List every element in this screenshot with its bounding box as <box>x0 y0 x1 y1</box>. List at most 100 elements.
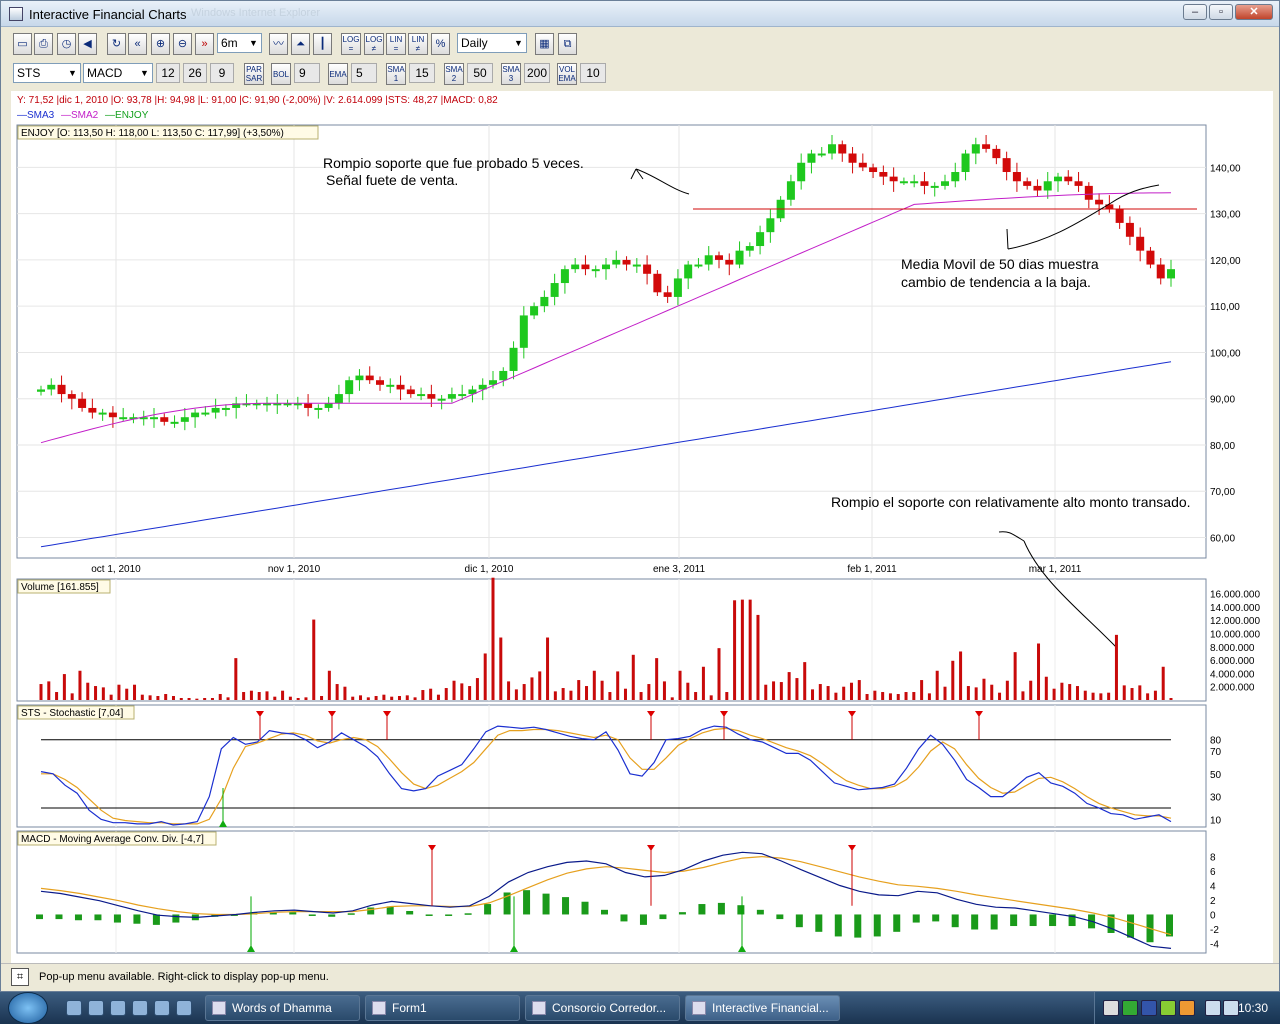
sma3-button[interactable]: SMA 3 <box>501 63 521 85</box>
price-y-tick-label: 120,00 <box>1210 256 1241 267</box>
tray-check-icon[interactable] <box>1160 1000 1176 1016</box>
line-chart-icon[interactable]: 〰 <box>269 33 288 55</box>
chart-area[interactable]: Y: 71,52 |dic 1, 2010 |O: 93,78 |H: 94,9… <box>11 91 1273 963</box>
zoom-in-icon[interactable]: ⊕ <box>151 33 170 55</box>
sound-icon[interactable]: ◀ <box>78 33 97 55</box>
app-icon <box>9 7 23 21</box>
volume-bar <box>468 686 472 700</box>
tray-t-icon[interactable] <box>1122 1000 1138 1016</box>
ema-input[interactable]: 5 <box>351 63 377 83</box>
candle-body <box>37 389 45 392</box>
sma2-button[interactable]: SMA 2 <box>444 63 464 85</box>
tray-word-icon[interactable] <box>1141 1000 1157 1016</box>
chart-window-icon[interactable]: ⧉ <box>558 33 577 55</box>
computer-icon[interactable] <box>110 1000 126 1016</box>
symbol-select[interactable]: STS ▼ <box>13 63 81 83</box>
new-window-icon[interactable]: ▭ <box>13 33 32 55</box>
zoom-out-icon[interactable]: ⊖ <box>173 33 192 55</box>
popup-menu-icon[interactable]: ⌗ <box>11 968 29 986</box>
print-icon[interactable]: ⎙ <box>34 33 53 55</box>
forward-icon[interactable]: » <box>195 33 214 55</box>
volume-bar <box>1005 680 1009 700</box>
start-button[interactable] <box>8 992 48 1024</box>
candle-body <box>766 218 775 233</box>
taskbar: Words of Dhamma Form1 Consorcio Corredor… <box>0 992 1280 1024</box>
tray-volume-icon[interactable] <box>1223 1000 1239 1016</box>
title-bar[interactable]: Interactive Financial Charts Windows Int… <box>1 1 1279 27</box>
show-desktop-icon[interactable] <box>66 1000 82 1016</box>
log-notequal-button[interactable]: LOG ≠ <box>364 33 384 55</box>
taskbar-item-form1[interactable]: Form1 <box>365 995 520 1021</box>
tray-mail-icon[interactable] <box>1179 1000 1195 1016</box>
sma1-input[interactable]: 15 <box>409 63 435 83</box>
macd-signal-input[interactable]: 9 <box>210 63 234 83</box>
candle-body <box>376 380 384 385</box>
log-equal-button[interactable]: LOG = <box>341 33 361 55</box>
minimize-button[interactable]: – <box>1183 4 1207 20</box>
candle-body <box>304 403 313 408</box>
volume-bar <box>507 681 511 700</box>
taskbar-label: Consorcio Corredor... <box>552 1001 667 1015</box>
volume-bar <box>86 682 90 700</box>
timer-icon[interactable]: ◷ <box>57 33 76 55</box>
volume-bar <box>881 692 885 700</box>
messenger-icon[interactable] <box>132 1000 148 1016</box>
candle-body <box>108 412 117 418</box>
macd-slow-input[interactable]: 26 <box>183 63 207 83</box>
macd-histogram-bar <box>1010 914 1018 927</box>
candle-chart-icon[interactable]: ┃ <box>313 33 332 55</box>
bol-button[interactable]: BOL <box>271 63 291 85</box>
volume-bar <box>888 693 892 700</box>
volume-bar <box>366 697 370 700</box>
candle-body <box>560 269 569 284</box>
maximize-button[interactable]: ▫ <box>1209 4 1233 20</box>
lin-equal-button[interactable]: LIN = <box>386 33 406 55</box>
macd-histogram-bar <box>113 914 121 923</box>
ema-button[interactable]: EMA <box>328 63 348 85</box>
indicator-select[interactable]: MACD ▼ <box>83 63 153 83</box>
macd-header: MACD - Moving Average Conv. Div. [-4,7] <box>21 834 204 845</box>
volume-bar <box>125 688 129 700</box>
volume-bar <box>452 680 456 700</box>
volema-input[interactable]: 10 <box>580 63 606 83</box>
rewind-icon[interactable]: « <box>128 33 147 55</box>
taskbar-item-words-of-dhamma[interactable]: Words of Dhamma <box>205 995 360 1021</box>
parsar-button[interactable]: PAR SAR <box>244 63 264 85</box>
taskbar-item-consorcio[interactable]: Consorcio Corredor... <box>525 995 680 1021</box>
volume-bar <box>491 577 495 700</box>
refresh-icon[interactable]: ↻ <box>107 33 126 55</box>
macd-y-tick-label: 8 <box>1210 853 1216 864</box>
switch-windows-icon[interactable] <box>154 1000 170 1016</box>
volema-button[interactable]: VOL EMA <box>557 63 577 85</box>
financial-chart[interactable]: oct 1, 2010 nov 1, 2010 dic 1, 2010 ene 3, … <box>11 91 1273 963</box>
tray-network-icon[interactable] <box>1205 1000 1221 1016</box>
interval-select[interactable]: Daily ▼ <box>457 33 527 53</box>
annotation-volume-break: Rompio el soporte con relativamente alto… <box>831 494 1191 510</box>
sma2-input[interactable]: 50 <box>467 63 493 83</box>
volume-bar <box>234 658 238 700</box>
macd-histogram-bar <box>1127 914 1135 938</box>
volume-bar <box>826 686 830 700</box>
candle-body <box>1136 236 1145 251</box>
volume-bar <box>444 688 448 700</box>
taskbar-item-interactive-financial[interactable]: Interactive Financial... <box>685 995 840 1021</box>
more-icon[interactable] <box>176 1000 192 1016</box>
volume-bar <box>281 690 285 700</box>
bol-input[interactable]: 9 <box>294 63 320 83</box>
tray-app-icon[interactable] <box>1103 1000 1119 1016</box>
close-button[interactable]: ✕ <box>1235 4 1273 20</box>
percent-button[interactable]: % <box>431 33 450 55</box>
volume-bar <box>740 599 744 700</box>
volume-bar <box>483 653 487 700</box>
color-palette-icon[interactable]: ▦ <box>535 33 554 55</box>
sell-signal-icon <box>848 845 856 851</box>
sma3-input[interactable]: 200 <box>524 63 550 83</box>
macd-fast-input[interactable]: 12 <box>156 63 180 83</box>
mountain-chart-icon[interactable]: ⏶ <box>291 33 310 55</box>
period-select[interactable]: 6m ▼ <box>217 33 262 53</box>
volume-bar <box>920 680 924 700</box>
internet-explorer-icon[interactable] <box>88 1000 104 1016</box>
lin-notequal-button[interactable]: LIN ≠ <box>408 33 428 55</box>
candle-body <box>1043 181 1052 191</box>
sma1-button[interactable]: SMA 1 <box>386 63 406 85</box>
